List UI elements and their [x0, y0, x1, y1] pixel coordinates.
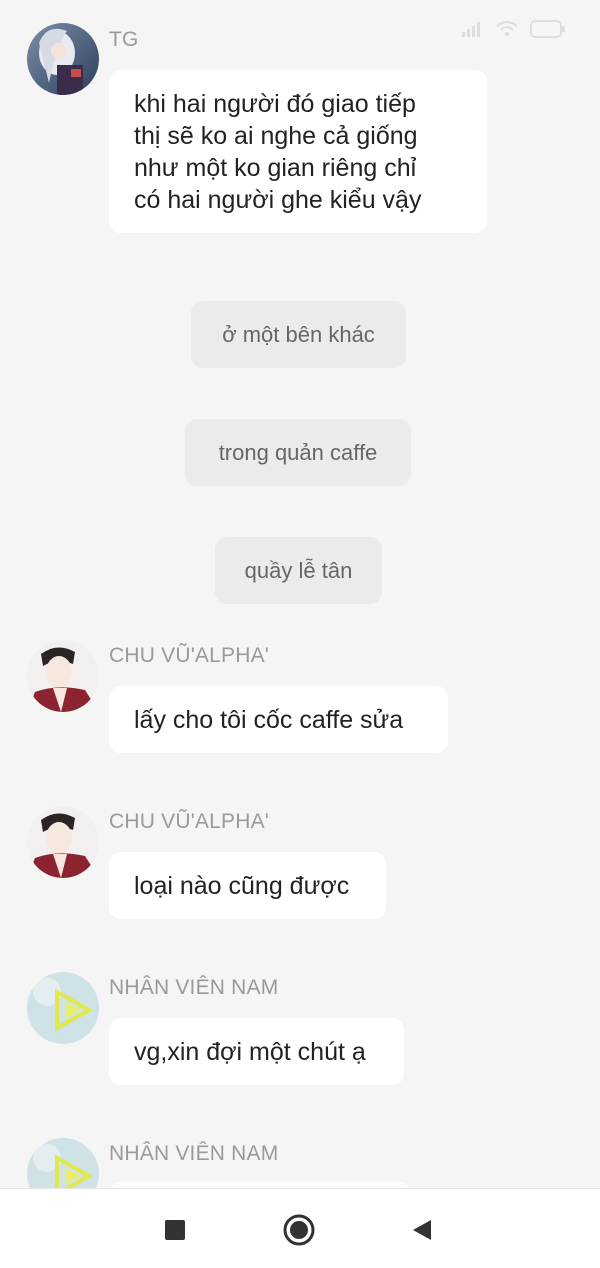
sender-name: NHÂN VIÊN NAM — [109, 1142, 279, 1165]
home-circle-icon — [283, 1214, 315, 1246]
message-text-line: khi hai người đó giao tiếp — [134, 90, 416, 118]
message-text-line: như một ko gian riêng chỉ — [134, 154, 417, 182]
narration-bubble[interactable]: trong quản caffe — [185, 419, 411, 486]
chu-vu-avatar[interactable] — [27, 806, 99, 878]
narration-bubble[interactable]: ở một bên khác — [191, 301, 406, 368]
sender-name: TG — [109, 28, 139, 51]
square-icon — [165, 1220, 185, 1240]
back-button[interactable] — [405, 1213, 439, 1247]
home-button[interactable] — [282, 1213, 316, 1247]
chu-vu-avatar[interactable] — [27, 640, 99, 712]
navigation-bar — [0, 1188, 600, 1268]
recent-apps-button[interactable] — [158, 1213, 192, 1247]
message-text-line: thị sẽ ko ai nghe cả giống — [134, 122, 418, 150]
narration-bubble[interactable]: quầy lễ tân — [215, 537, 382, 604]
nhan-vien-avatar[interactable] — [27, 1138, 99, 1188]
message-text-line: có hai người ghe kiểu vậy — [134, 186, 422, 214]
message-bubble[interactable]: lấy cho tôi cốc caffe sửa — [109, 686, 448, 753]
tg-avatar[interactable] — [27, 23, 99, 95]
message-bubble[interactable]: khi hai người đó giao tiếp thị sẽ ko ai … — [109, 70, 487, 233]
back-triangle-icon — [413, 1220, 431, 1240]
message-bubble[interactable]: vg,xin đợi một chút ạ — [109, 1018, 404, 1085]
chat-area[interactable]: TG khi hai người đó giao tiếp thị sẽ ko … — [0, 0, 600, 1188]
message-bubble[interactable]: loại nào cũng được — [109, 852, 386, 919]
sender-name: CHU VŨ'ALPHA' — [109, 810, 269, 833]
nhan-vien-avatar[interactable] — [27, 972, 99, 1044]
sender-name: NHÂN VIÊN NAM — [109, 976, 279, 999]
sender-name: CHU VŨ'ALPHA' — [109, 644, 269, 667]
